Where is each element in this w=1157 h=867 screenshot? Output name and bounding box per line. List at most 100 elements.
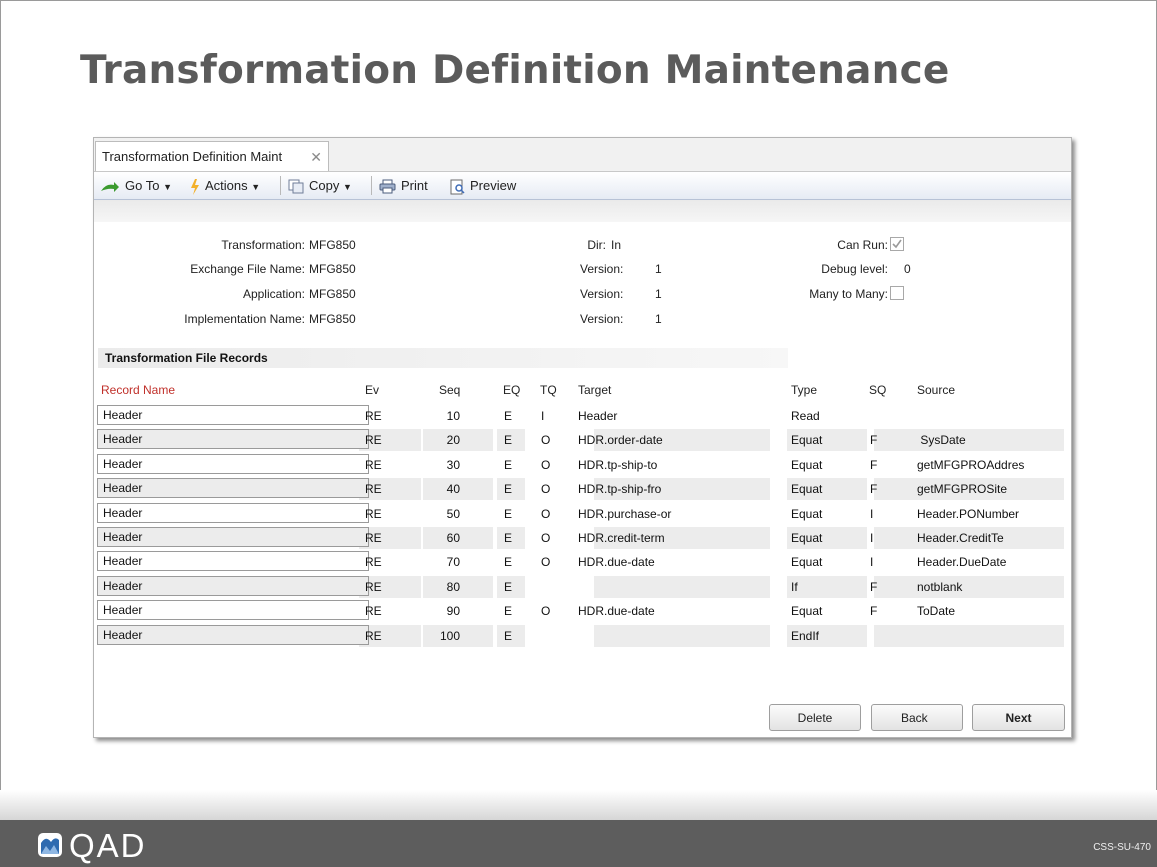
dropdown-arrow-icon: ▼ [342, 182, 352, 192]
record-name-field[interactable]: Header [97, 478, 369, 498]
record-name-field[interactable]: Header [97, 576, 369, 596]
col-seq: Seq [439, 383, 461, 397]
record-name-field[interactable]: Header [97, 551, 369, 571]
go-to-menu[interactable]: Go To ▼ [100, 177, 172, 195]
ev-cell: RE [365, 555, 382, 569]
ev-cell: RE [365, 433, 382, 447]
preview-button[interactable]: Preview [450, 177, 516, 195]
col-sq: SQ [869, 383, 887, 397]
table-row[interactable]: Header RE 70 E O HDR.due-date Equat I Header.Due… [94, 551, 1071, 573]
source-cell: Header.DueDate [917, 555, 1007, 569]
col-tq: TQ [540, 383, 557, 397]
ev-cell: RE [365, 531, 382, 545]
table-row[interactable]: Header RE 50 E O HDR.purchase-or Equat I Header.… [94, 503, 1071, 525]
back-button[interactable]: Back [871, 704, 963, 731]
type-cell: If [791, 580, 798, 594]
version-label: Version: [580, 262, 624, 276]
table-row[interactable]: Header RE 60 E O HDR.credit-term Equat I Header.… [94, 527, 1071, 549]
seq-cell: 60 [446, 531, 460, 545]
col-eq: EQ [503, 383, 521, 397]
type-cell: Equat [791, 555, 823, 569]
record-name-field[interactable]: Header [97, 600, 369, 620]
app-window: Transformation Definition Maint ✕ Go To … [93, 137, 1072, 738]
records-section-header: Transformation File Records [98, 348, 788, 368]
dir-value: In [611, 238, 622, 252]
next-button[interactable]: Next [972, 704, 1065, 731]
record-name-field[interactable]: Header [97, 454, 369, 474]
tq-cell: O [541, 604, 551, 618]
can-run-checkbox[interactable] [890, 237, 904, 251]
col-target: Target [578, 383, 612, 397]
sq-cell: I [870, 507, 874, 521]
copy-icon [288, 179, 304, 194]
eq-cell: E [504, 507, 513, 521]
table-row[interactable]: Header RE 80 E If Fnotblank [94, 576, 1071, 598]
exchange-file-value: MFG850 [309, 262, 356, 276]
seq-cell: 70 [446, 555, 460, 569]
record-name-field[interactable]: Header [97, 625, 369, 645]
implementation-value: MFG850 [309, 312, 356, 326]
ev-cell: RE [365, 580, 382, 594]
table-row[interactable]: Header RE 10 E I Header Read [94, 405, 1071, 427]
eq-cell: E [504, 629, 513, 643]
print-button[interactable]: Print [379, 177, 428, 195]
table-row[interactable]: Header RE 40 E O HDR.tp-ship-fro Equat FgetMFGP… [94, 478, 1071, 500]
application-value: MFG850 [309, 287, 356, 301]
target-cell: Header [578, 409, 618, 423]
seq-cell: 30 [446, 458, 460, 472]
actions-menu[interactable]: Actions ▼ [190, 177, 260, 195]
table-row[interactable]: Header RE 90 E O HDR.due-date Equat F ToDate [94, 600, 1071, 622]
toolbar-separator [280, 176, 281, 195]
target-cell: HDR.order-date [578, 433, 663, 447]
record-name-field[interactable]: Header [97, 527, 369, 547]
col-type: Type [791, 383, 818, 397]
copy-menu[interactable]: Copy ▼ [288, 177, 352, 195]
tq-cell: O [541, 458, 551, 472]
preview-icon [450, 179, 465, 195]
ev-cell: RE [365, 409, 382, 423]
transformation-value: MFG850 [309, 238, 356, 252]
exchange-file-label: Exchange File Name: [190, 262, 305, 276]
table-row[interactable]: Header RE 30 E O HDR.tp-ship-to Equat FgetMFGPR… [94, 454, 1071, 476]
row-shade [594, 576, 770, 598]
sq-cell: F [870, 604, 878, 618]
version-label: Version: [580, 287, 624, 301]
qad-logo-icon [38, 833, 62, 857]
source-cell: SysDate [917, 433, 966, 447]
seq-cell: 10 [446, 409, 460, 423]
lightning-icon [191, 178, 199, 195]
seq-cell: 20 [446, 433, 460, 447]
close-icon[interactable]: ✕ [310, 142, 322, 172]
tq-cell: O [541, 507, 551, 521]
tab-transformation-definition[interactable]: Transformation Definition Maint ✕ [95, 141, 329, 171]
delete-button[interactable]: Delete [769, 704, 861, 731]
tq-cell: O [541, 433, 551, 447]
printer-icon [379, 179, 396, 194]
many-to-many-checkbox[interactable] [890, 286, 904, 300]
row-shade [874, 625, 1064, 647]
sq-cell: I [870, 555, 874, 569]
table-row[interactable]: Header RE 100 E EndIf [94, 625, 1071, 647]
seq-cell: 50 [446, 507, 460, 521]
debug-level-label: Debug level: [821, 262, 888, 276]
application-label: Application: [242, 287, 305, 301]
source-cell: notblank [917, 580, 963, 594]
col-ev: Ev [365, 383, 380, 397]
table-row[interactable]: Header RE 20 E O HDR.order-date Equat F SysDate [94, 429, 1071, 451]
row-shade [874, 429, 1064, 451]
row-shade [594, 625, 770, 647]
tab-label: Transformation Definition Maint [102, 149, 283, 164]
tq-cell: O [541, 482, 551, 496]
eq-cell: E [504, 409, 513, 423]
record-name-field[interactable]: Header [97, 503, 369, 523]
footer-gradient [0, 790, 1157, 820]
type-cell: EndIf [791, 629, 820, 643]
ev-cell: RE [365, 482, 382, 496]
dir-label: Dir: [587, 238, 606, 252]
many-to-many-label: Many to Many: [809, 287, 888, 301]
sq-cell: F [870, 433, 878, 447]
target-cell: HDR.tp-ship-fro [578, 482, 662, 496]
record-name-field[interactable]: Header [97, 405, 369, 425]
col-source: Source [917, 383, 956, 397]
record-name-field[interactable]: Header [97, 429, 369, 449]
